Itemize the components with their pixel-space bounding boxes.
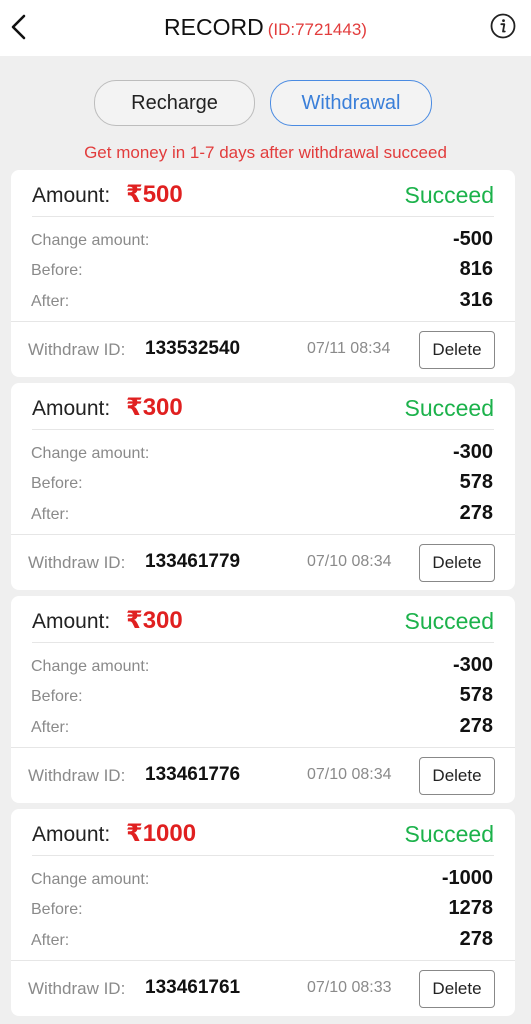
before-value: 1278 bbox=[448, 897, 494, 919]
record-header: Amount: ₹300 Succeed bbox=[32, 596, 494, 643]
after-row: After: 278 bbox=[31, 928, 493, 956]
status-text: Succeed bbox=[404, 182, 494, 208]
before-label: Before: bbox=[31, 901, 83, 918]
status-text: Succeed bbox=[404, 608, 494, 634]
before-value: 816 bbox=[459, 258, 493, 280]
delete-button[interactable]: Delete bbox=[419, 544, 495, 582]
after-label: After: bbox=[31, 932, 70, 949]
record-time: 07/10 08:34 bbox=[307, 766, 392, 783]
change-amount-value: -300 bbox=[452, 654, 493, 676]
withdraw-id-value: 133461779 bbox=[145, 551, 241, 572]
after-row: After: 278 bbox=[31, 502, 493, 530]
withdraw-id-label: Withdraw ID: bbox=[28, 340, 126, 359]
header-bar: RECORD (ID:7721443) bbox=[0, 0, 531, 56]
before-value: 578 bbox=[459, 471, 493, 493]
page-title-text: RECORD bbox=[164, 14, 264, 40]
delete-button[interactable]: Delete bbox=[419, 331, 495, 369]
change-amount-label: Change amount: bbox=[31, 232, 150, 249]
record-time: 07/11 08:34 bbox=[307, 340, 391, 357]
change-amount-row: Change amount: -1000 bbox=[31, 867, 493, 895]
withdraw-id-value: 133461761 bbox=[145, 977, 241, 998]
info-icon bbox=[490, 13, 516, 39]
before-row: Before: 578 bbox=[31, 471, 493, 499]
withdraw-id-label: Withdraw ID: bbox=[28, 979, 126, 998]
after-value: 278 bbox=[459, 928, 493, 950]
after-label: After: bbox=[31, 293, 70, 310]
tab-recharge[interactable]: Recharge bbox=[94, 80, 255, 126]
after-row: After: 316 bbox=[31, 289, 493, 317]
record-header: Amount: ₹500 Succeed bbox=[32, 170, 494, 217]
before-label: Before: bbox=[31, 262, 83, 279]
after-label: After: bbox=[31, 506, 70, 523]
before-value: 578 bbox=[459, 684, 493, 706]
amount-value: ₹300 bbox=[126, 394, 183, 421]
tab-withdrawal[interactable]: Withdrawal bbox=[270, 80, 432, 126]
amount-label: Amount: bbox=[32, 184, 111, 207]
amount-label: Amount: bbox=[32, 397, 111, 420]
page-title: RECORD (ID:7721443) bbox=[0, 14, 531, 41]
change-amount-row: Change amount: -500 bbox=[31, 228, 493, 256]
status-text: Succeed bbox=[404, 821, 494, 847]
after-value: 316 bbox=[459, 289, 493, 311]
amount-value: ₹1000 bbox=[126, 820, 197, 847]
amount-value: ₹500 bbox=[126, 181, 183, 208]
change-amount-row: Change amount: -300 bbox=[31, 441, 493, 469]
after-value: 278 bbox=[459, 502, 493, 524]
change-amount-label: Change amount: bbox=[31, 658, 150, 675]
amount-label: Amount: bbox=[32, 610, 111, 633]
before-row: Before: 1278 bbox=[31, 897, 493, 925]
record-time: 07/10 08:34 bbox=[307, 553, 392, 570]
record-footer: Withdraw ID: 133461776 07/10 08:34 Delet… bbox=[11, 747, 515, 804]
before-label: Before: bbox=[31, 475, 83, 492]
before-row: Before: 816 bbox=[31, 258, 493, 286]
change-amount-value: -300 bbox=[452, 441, 493, 463]
change-amount-value: -1000 bbox=[441, 867, 493, 889]
after-row: After: 278 bbox=[31, 715, 493, 743]
change-amount-label: Change amount: bbox=[31, 871, 150, 888]
after-label: After: bbox=[31, 719, 70, 736]
record-card: Amount: ₹300 Succeed Change amount: -300… bbox=[11, 383, 515, 590]
delete-button[interactable]: Delete bbox=[419, 757, 495, 795]
user-id: (ID:7721443) bbox=[267, 20, 367, 39]
record-card: Amount: ₹1000 Succeed Change amount: -10… bbox=[11, 809, 515, 1016]
record-time: 07/10 08:33 bbox=[307, 979, 392, 996]
change-amount-label: Change amount: bbox=[31, 445, 150, 462]
record-type-tabs: Recharge Withdrawal bbox=[0, 80, 531, 128]
withdraw-id-label: Withdraw ID: bbox=[28, 553, 126, 572]
amount-value: ₹300 bbox=[126, 607, 183, 634]
info-button[interactable] bbox=[489, 12, 517, 40]
status-text: Succeed bbox=[404, 395, 494, 421]
withdrawal-notice: Get money in 1-7 days after withdrawal s… bbox=[84, 143, 447, 162]
record-card: Amount: ₹300 Succeed Change amount: -300… bbox=[11, 596, 515, 803]
record-footer: Withdraw ID: 133461761 07/10 08:33 Delet… bbox=[11, 960, 515, 1017]
record-header: Amount: ₹300 Succeed bbox=[32, 383, 494, 430]
delete-button[interactable]: Delete bbox=[419, 970, 495, 1008]
withdraw-id-value: 133461776 bbox=[145, 764, 241, 785]
before-label: Before: bbox=[31, 688, 83, 705]
record-footer: Withdraw ID: 133532540 07/11 08:34 Delet… bbox=[11, 321, 515, 378]
amount-label: Amount: bbox=[32, 823, 111, 846]
withdraw-id-label: Withdraw ID: bbox=[28, 766, 126, 785]
before-row: Before: 578 bbox=[31, 684, 493, 712]
change-amount-row: Change amount: -300 bbox=[31, 654, 493, 682]
record-card: Amount: ₹500 Succeed Change amount: -500… bbox=[11, 170, 515, 377]
record-header: Amount: ₹1000 Succeed bbox=[32, 809, 494, 856]
change-amount-value: -500 bbox=[452, 228, 493, 250]
after-value: 278 bbox=[459, 715, 493, 737]
withdraw-id-value: 133532540 bbox=[145, 338, 241, 359]
record-footer: Withdraw ID: 133461779 07/10 08:34 Delet… bbox=[11, 534, 515, 591]
